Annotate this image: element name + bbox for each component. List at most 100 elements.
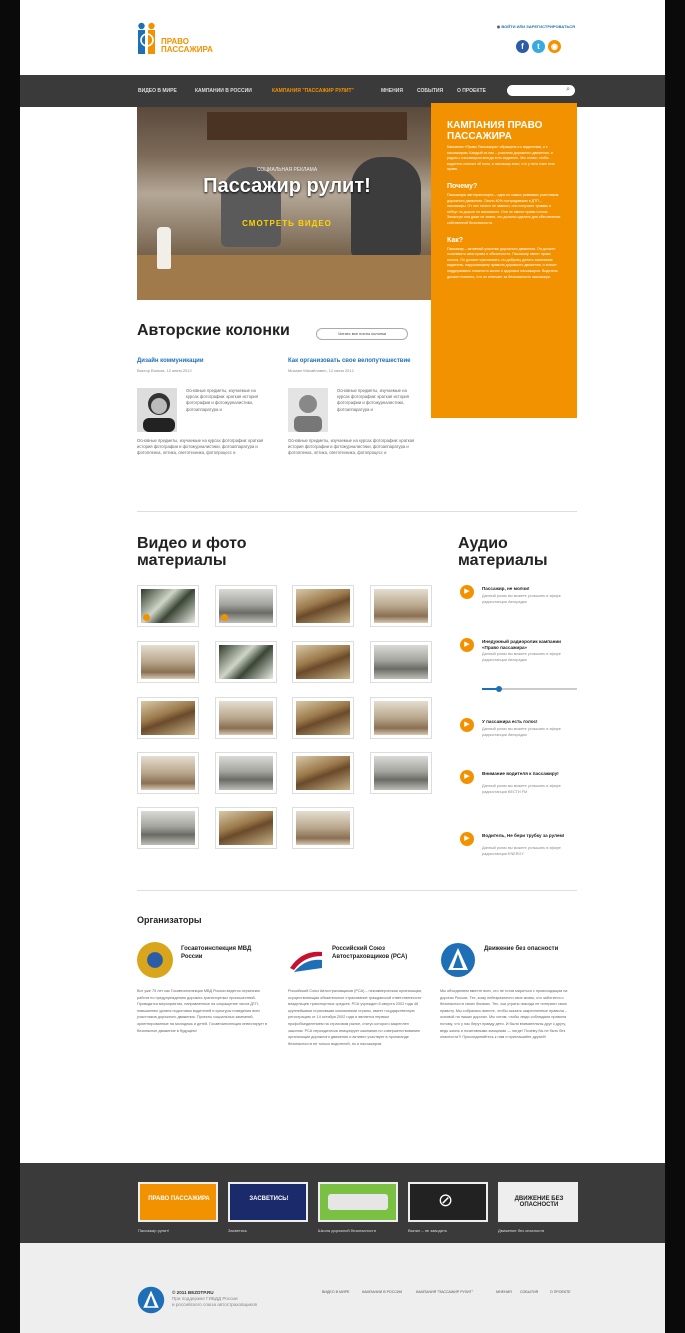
nav-item[interactable]: СОБЫТИЯ [417, 88, 443, 94]
divider [137, 511, 577, 512]
campaign-intro: Кампания «Право Пассажира» обращена и к … [447, 145, 556, 172]
organizer-name[interactable]: Российский Союз Автостраховщиков (РСА) [332, 946, 422, 961]
rss-icon[interactable]: ◉ [548, 40, 561, 53]
media-thumbnail[interactable] [215, 697, 277, 739]
organizer-name[interactable]: Движение без опасности [484, 946, 574, 954]
media-thumbnail[interactable] [370, 752, 432, 794]
login-link[interactable]: ◉ ВОЙТИ ИЛИ ЗАРЕГИСТРИРОВАТЬСЯ [497, 24, 575, 29]
no-drink-icon: ⊘ [438, 1190, 454, 1210]
media-thumbnail[interactable] [292, 807, 354, 849]
banner-caption[interactable]: Выпил – не заводить [408, 1228, 488, 1233]
media-thumbnail[interactable] [137, 752, 199, 794]
play-icon[interactable]: ▶ [460, 638, 474, 652]
read-all-button[interactable]: Читать все посты колонки [316, 328, 408, 340]
columns-title: Авторские колонки [137, 322, 290, 339]
media-thumbnail[interactable] [137, 641, 199, 683]
play-icon [143, 614, 150, 621]
footer-link[interactable]: СОБЫТИЯ [520, 1290, 538, 1294]
nav-item[interactable]: КАМПАНИИ В РОССИИ [195, 88, 252, 94]
media-thumbnail[interactable] [215, 752, 277, 794]
partner-banner[interactable]: ДВИЖЕНИЕ БЕЗ ОПАСНОСТИ [498, 1182, 578, 1222]
organizers-title: Организаторы [137, 915, 202, 925]
why-text: Пассажиры автотранспорта – одни из самых… [447, 192, 561, 225]
table-surface [137, 255, 431, 300]
media-thumbnail[interactable] [137, 697, 199, 739]
column-byline: Михаил Михайлович, 12 июня 2012 [288, 368, 354, 373]
search-input[interactable]: ⌕ [507, 85, 575, 96]
nav-item[interactable]: ВИДЕО В МИРЕ [138, 88, 177, 94]
media-thumbnail[interactable] [137, 807, 199, 849]
footer-link[interactable]: КАМПАНИЯ "ПАССАЖИР РУЛИТ" [416, 1290, 473, 1294]
audio-description: Данный ролик вы можете услышать в эфире … [482, 784, 561, 794]
thumbnail-image [374, 645, 428, 679]
author-photo [288, 388, 328, 432]
banner-label: ПРАВО ПАССАЖИРА [148, 1196, 210, 1202]
play-icon[interactable]: ▶ [460, 832, 474, 846]
nav-item[interactable]: О ПРОЕКТЕ [457, 88, 486, 94]
play-icon[interactable]: ▶ [460, 585, 474, 599]
partner-banner[interactable]: ЗАСВЕТИСЬ! [228, 1182, 308, 1222]
thumbnail-image [296, 645, 350, 679]
road-safety-emblem-icon [441, 943, 475, 977]
banner-label: ДВИЖЕНИЕ БЕЗ ОПАСНОСТИ [514, 1196, 564, 1208]
column-card: Как организовать свое велопутешествие Ми… [288, 358, 416, 455]
partner-banner[interactable]: ⊘ [408, 1182, 488, 1222]
facebook-icon[interactable]: f [516, 40, 529, 53]
audio-progress-slider[interactable] [482, 686, 577, 692]
slider-handle[interactable] [496, 686, 503, 692]
footer-link[interactable]: МНЕНИЯ [496, 1290, 512, 1294]
media-thumbnail[interactable] [370, 697, 432, 739]
partner-banner[interactable] [318, 1182, 398, 1222]
thumbnail-image [219, 701, 273, 735]
column-title-link[interactable]: Как организовать свое велопутешествие [288, 358, 416, 365]
site-logo[interactable]: ПРАВО ПАССАЖИРА [136, 22, 226, 58]
hero-banner[interactable]: СОЦИАЛЬНАЯ РЕКЛАМА Пассажир рулит! СМОТР… [137, 107, 431, 300]
how-text: Пассажир – активный участник дорожного д… [447, 246, 558, 279]
banner-caption[interactable]: Пассажир рулит! [138, 1228, 218, 1233]
play-icon [221, 614, 228, 621]
rsa-logo-icon [290, 951, 322, 972]
media-thumbnail[interactable] [292, 641, 354, 683]
organizer-text: Мы объединяем вместе всех, кто не готов … [440, 989, 568, 1040]
audio-description: Данный ролик вы можете услышать в эфире … [482, 652, 561, 662]
twitter-icon[interactable]: t [532, 40, 545, 53]
footer-link[interactable]: КАМПАНИИ В РОССИИ [362, 1290, 402, 1294]
thumbnail-image [219, 645, 273, 679]
audio-description: Данный ролик вы можете услышать в эфире … [482, 846, 561, 856]
thumbnail-image [296, 701, 350, 735]
thumbnail-image [296, 589, 350, 623]
media-thumbnail[interactable] [292, 585, 354, 627]
campaign-title: КАМПАНИЯ ПРАВО ПАССАЖИРА [447, 120, 543, 142]
media-thumbnail[interactable] [292, 752, 354, 794]
nav-item-active[interactable]: КАМПАНИЯ "ПАССАЖИР РУЛИТ" [272, 88, 354, 94]
nav-item[interactable]: МНЕНИЯ [381, 88, 403, 94]
organizer-name[interactable]: Госавтоинспекция МВД России [181, 946, 271, 961]
footer-link[interactable]: О ПРОЕКТЕ [550, 1290, 571, 1294]
banner-caption[interactable]: Движение без опасности [498, 1228, 578, 1233]
page: ПРАВО ПАССАЖИРА ◉ ВОЙТИ ИЛИ ЗАРЕГИСТРИРО… [20, 0, 665, 1333]
footer-copyright: © 2011 BEZDTP.RU При поддержке ГИБДД Рос… [172, 1290, 257, 1307]
media-thumbnail[interactable] [215, 807, 277, 849]
play-icon[interactable]: ▶ [460, 770, 474, 784]
media-thumbnail[interactable] [137, 585, 199, 627]
watch-video-button[interactable]: СМОТРЕТЬ ВИДЕО [197, 219, 377, 228]
banner-caption[interactable]: Засветись [228, 1228, 308, 1233]
media-thumbnail[interactable] [370, 641, 432, 683]
road-illustration [328, 1194, 388, 1210]
media-thumbnail[interactable] [370, 585, 432, 627]
partner-banner[interactable]: ПРАВО ПАССАЖИРА [138, 1182, 218, 1222]
footer-link[interactable]: ВИДЕО В МИРЕ [322, 1290, 349, 1294]
media-thumbnail[interactable] [292, 697, 354, 739]
thumbnail-image [141, 645, 195, 679]
footer-logo-icon[interactable] [137, 1286, 165, 1314]
footer [20, 1243, 665, 1333]
column-excerpt: Основные предметы, изучаемые на курсах ф… [337, 388, 410, 412]
media-thumbnail[interactable] [215, 585, 277, 627]
column-title-link[interactable]: Дизайн коммуникации [137, 358, 265, 365]
how-heading: Как? [447, 236, 464, 244]
media-thumbnail[interactable] [215, 641, 277, 683]
column-byline: Виктор Волков, 12 июня 2012 [137, 368, 192, 373]
play-icon[interactable]: ▶ [460, 718, 474, 732]
banner-caption[interactable]: Школа дорожной безопасности [318, 1228, 398, 1233]
thumbnail-image [219, 811, 273, 845]
